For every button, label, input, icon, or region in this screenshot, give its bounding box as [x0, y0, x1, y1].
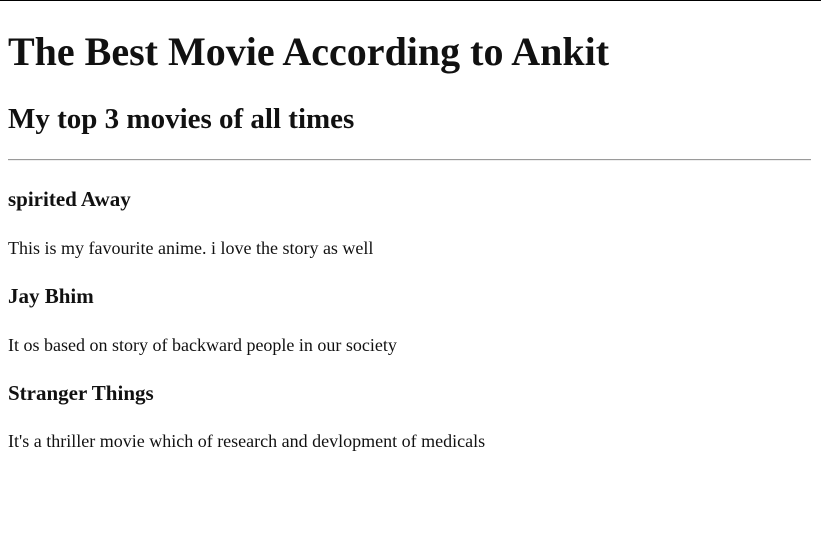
movie-title-3: Stranger Things: [8, 381, 154, 405]
top-border: [0, 0, 821, 1]
page-subtitle: My top 3 movies of all times: [8, 103, 355, 135]
movie-description-2: It os based on story of backward people …: [8, 335, 397, 355]
movie-description-3: It's a thriller movie which of research …: [8, 431, 486, 451]
movie-title-1: spirited Away: [8, 187, 131, 211]
movie-title-2: Jay Bhim: [8, 284, 94, 308]
divider: [8, 159, 811, 161]
page-title: The Best Movie According to Ankit: [8, 29, 610, 74]
movie-description-1: This is my favourite anime. i love the s…: [8, 238, 374, 258]
